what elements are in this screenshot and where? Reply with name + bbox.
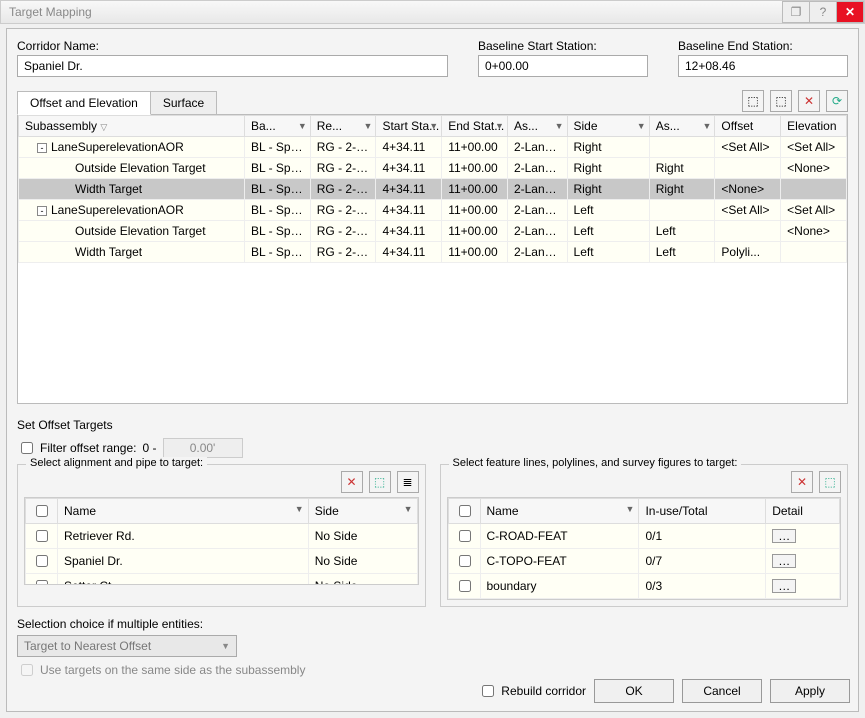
same-side-checkbox [21,664,33,676]
detail-button[interactable]: … [772,554,796,568]
col-side: Side▼ [567,116,649,137]
ok-button[interactable]: OK [594,679,674,703]
alignment-legend: Select alignment and pipe to target: [26,457,207,469]
corridor-name-label: Corridor Name: [17,39,448,53]
tab-surface[interactable]: Surface [150,91,217,115]
tree-collapse-icon[interactable]: ⬚ [770,90,792,112]
baseline-end-input[interactable] [678,55,848,77]
pick-feature-icon[interactable]: ⬚ [819,471,841,493]
corridor-name-input[interactable] [17,55,448,77]
col-start-sta: Start Sta...▼ [376,116,442,137]
table-row[interactable]: -LaneSuperelevationAORBL - Spa...RG - 2-… [19,137,847,158]
clear-alignment-icon[interactable]: ✕ [341,471,363,493]
clear-filter-icon[interactable]: ✕ [798,90,820,112]
col-region: Re...▼ [310,116,376,137]
featureline-grid[interactable]: Name▼ In-use/Total Detail C-ROAD-FEAT0/1… [448,498,841,599]
tab-offset-elevation[interactable]: Offset and Elevation [17,91,151,115]
help-icon[interactable]: ? [809,1,837,23]
baseline-end-label: Baseline End Station: [678,39,848,53]
baseline-start-input[interactable] [478,55,648,77]
alignment-select-all[interactable] [36,505,48,517]
col-end-sta: End Stat...▼ [442,116,508,137]
detail-button[interactable]: … [772,579,796,593]
col-elevation: Elevation [781,116,847,137]
baseline-start-label: Baseline Start Station: [478,39,648,53]
refresh-icon[interactable]: ⟳ [826,90,848,112]
pick-alignment-icon[interactable]: ⬚ [369,471,391,493]
window-title: Target Mapping [9,5,92,19]
tree-expand-icon[interactable]: ⬚ [742,90,764,112]
cancel-button[interactable]: Cancel [682,679,762,703]
title-bar: Target Mapping ❐ ? ✕ [0,0,865,24]
list-item[interactable]: Setter Ct.No Side [26,574,418,586]
target-grid[interactable]: Subassembly ▽ Ba...▼ Re...▼ Start Sta...… [18,115,847,263]
apply-button[interactable]: Apply [770,679,850,703]
multi-entities-label: Selection choice if multiple entities: [17,617,848,631]
filter-offset-checkbox[interactable] [21,442,33,454]
col-offset: Offset [715,116,781,137]
feature-select-all[interactable] [459,505,471,517]
list-item[interactable]: Retriever Rd.No Side [26,524,418,549]
layers-icon[interactable]: ≣ [397,471,419,493]
alignment-grid[interactable]: Name▼ Side▼ Retriever Rd.No SideSpaniel … [25,498,418,585]
table-row[interactable]: -LaneSuperelevationAORBL - Spa...RG - 2-… [19,200,847,221]
list-item[interactable]: C-TOPO-FEAT0/7… [448,549,840,574]
clear-feature-icon[interactable]: ✕ [791,471,813,493]
table-row[interactable]: Width TargetBL - Spa...RG - 2-L...4+34.1… [19,242,847,263]
multi-entities-select[interactable]: Target to Nearest Offset▼ [17,635,237,657]
detail-button[interactable]: … [772,529,796,543]
list-item[interactable]: Spaniel Dr.No Side [26,549,418,574]
list-item[interactable]: C-ROAD-FEAT0/1… [448,524,840,549]
set-offset-targets-label: Set Offset Targets [17,418,848,432]
featureline-legend: Select feature lines, polylines, and sur… [449,457,742,469]
close-icon[interactable]: ✕ [836,1,864,23]
col-subassembly: Subassembly ▽ [19,116,245,137]
col-baseline: Ba...▼ [245,116,311,137]
col-as2: As...▼ [649,116,715,137]
rebuild-corridor-checkbox[interactable] [482,685,494,697]
col-assembly: As...▼ [507,116,567,137]
table-row[interactable]: Outside Elevation TargetBL - Spa...RG - … [19,158,847,179]
restore-icon[interactable]: ❐ [782,1,810,23]
table-row[interactable]: Outside Elevation TargetBL - Spa...RG - … [19,221,847,242]
table-row[interactable]: Width TargetBL - Spa...RG - 2-L...4+34.1… [19,179,847,200]
filter-offset-input[interactable] [163,438,243,458]
list-item[interactable]: boundary0/3… [448,574,840,599]
